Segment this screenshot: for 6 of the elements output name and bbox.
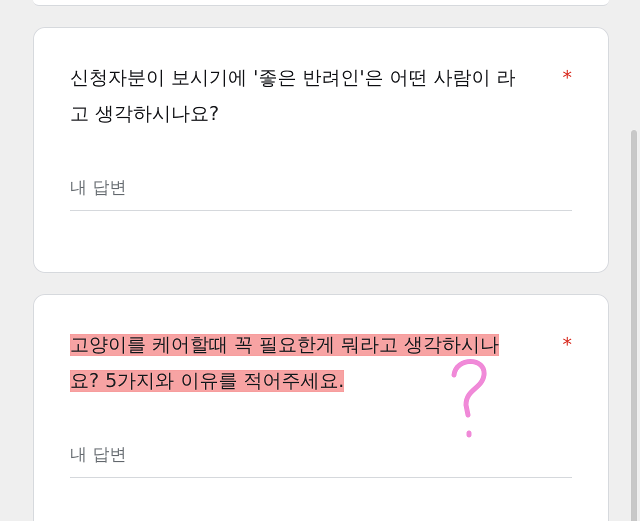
answer-field[interactable]: 내 답변 [70,443,572,478]
question-text: 신청자분이 보시기에 '좋은 반려인'은 어떤 사람이 라고 생각하시나요? [70,66,517,127]
question-text: 고양이를 케어할때 꼭 필요한게 뭐라고 생각하시나요? 5가지와 이유를 적어주세요. [70,333,500,394]
required-asterisk: * [562,66,572,91]
answer-field[interactable]: 내 답변 [70,176,572,210]
required-asterisk: * [562,333,572,358]
